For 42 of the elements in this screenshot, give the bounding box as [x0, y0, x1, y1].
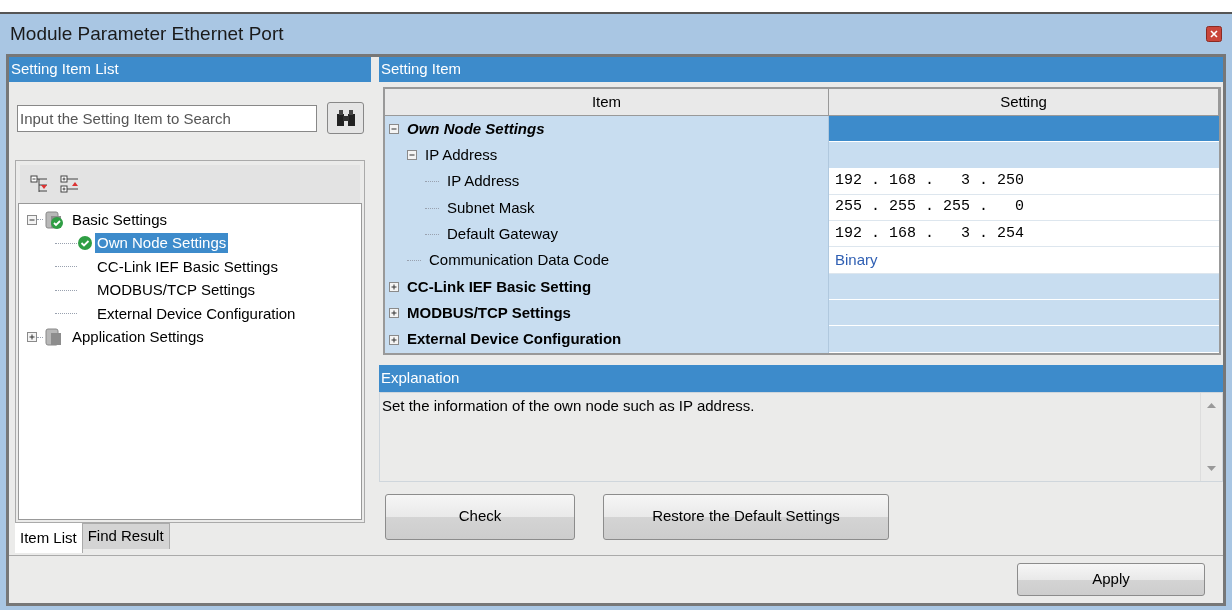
close-icon[interactable] — [1206, 26, 1222, 42]
panel-header: Setting Item — [379, 57, 1223, 82]
check-button[interactable]: Check — [385, 493, 575, 540]
scroll-up-icon[interactable] — [1207, 402, 1216, 408]
expand-all-icon[interactable] — [60, 174, 80, 194]
binoculars-icon — [334, 108, 357, 128]
expand-icon[interactable] — [389, 334, 399, 345]
expand-icon[interactable] — [389, 281, 399, 292]
item-label: IP Address — [447, 171, 520, 192]
expand-icon[interactable] — [27, 332, 37, 343]
collapse-icon[interactable] — [407, 150, 417, 161]
tab[interactable]: Item List — [15, 523, 83, 553]
tab[interactable]: Find Result — [82, 523, 170, 549]
collapse-icon[interactable] — [27, 214, 37, 225]
column-header: Setting — [829, 89, 1219, 115]
item-label: External Device Configuration — [407, 329, 622, 350]
window-title: Module Parameter Ethernet Port — [10, 21, 284, 46]
apply-button[interactable]: Apply — [1017, 563, 1205, 596]
panel-header: Explanation — [379, 364, 1223, 392]
explanation-text: Set the information of the own node such as IP address. — [381, 395, 756, 416]
item-label: Communication Data Code — [429, 250, 610, 271]
tree-item[interactable]: CC-Link IEF Basic Settings — [95, 256, 280, 277]
column-header: Item — [385, 89, 829, 115]
binoculars-button[interactable] — [327, 102, 364, 134]
item-label: Default Gateway — [447, 224, 558, 245]
item-label: Subnet Mask — [447, 197, 535, 218]
item-label: CC-Link IEF Basic Setting — [407, 276, 592, 297]
item-label: IP Address — [425, 145, 498, 166]
tree-item[interactable]: Own Node Settings — [95, 233, 229, 254]
item-label: Own Node Settings — [407, 118, 545, 139]
tree-item[interactable]: Basic Settings — [70, 209, 170, 230]
tree-item[interactable]: MODBUS/TCP Settings — [95, 280, 258, 301]
panel-header: Setting Item List — [9, 57, 371, 82]
expand-icon[interactable] — [389, 308, 399, 319]
item-label: MODBUS/TCP Settings — [407, 302, 571, 323]
scroll-down-icon[interactable] — [1207, 465, 1216, 471]
restore-defaults-button[interactable]: Restore the Default Settings — [603, 493, 889, 540]
collapse-all-icon[interactable] — [30, 174, 50, 194]
tree-item[interactable]: Application Settings — [70, 327, 206, 348]
tree-item[interactable]: External Device Configuration — [95, 303, 298, 324]
search-field[interactable]: Input the Setting Item to Search — [17, 104, 317, 132]
collapse-icon[interactable] — [389, 124, 399, 135]
